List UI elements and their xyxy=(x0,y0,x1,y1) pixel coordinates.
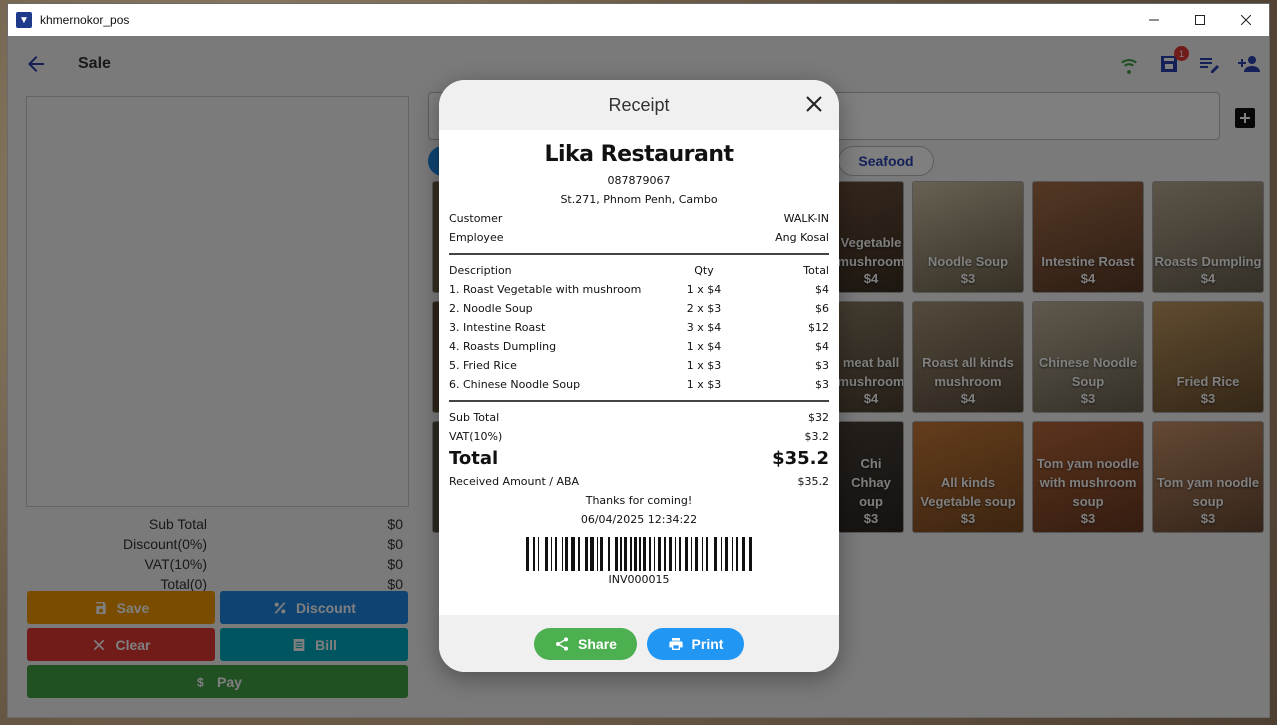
maximize-button[interactable] xyxy=(1177,4,1223,36)
subtotal-label: Sub Total xyxy=(449,411,500,424)
items-header-row: Description Qty Total xyxy=(449,261,829,280)
receipt-body: Lika Restaurant 087879067 St.271, Phnom … xyxy=(439,142,839,586)
app-logo-icon: ▼ xyxy=(16,12,32,28)
item-total: $3 xyxy=(815,359,829,372)
item-qty: 1 x $4 xyxy=(686,340,722,353)
item-desc: 3. Intestine Roast xyxy=(449,321,546,334)
receipt-item-row: 3. Intestine Roast 3 x $4 $12 xyxy=(449,318,829,337)
item-qty: 1 x $3 xyxy=(686,378,722,391)
minimize-icon xyxy=(1149,19,1159,21)
received-row: Received Amount / ABA $35.2 xyxy=(449,472,829,491)
item-total: $4 xyxy=(815,283,829,296)
item-desc: 2. Noodle Soup xyxy=(449,302,533,315)
vat-value: $3.2 xyxy=(804,430,830,443)
header-description: Description xyxy=(449,264,512,277)
item-desc: 5. Fried Rice xyxy=(449,359,517,372)
receipt-item-row: 5. Fried Rice 1 x $3 $3 xyxy=(449,356,829,375)
total-value: $35.2 xyxy=(772,448,829,469)
item-qty: 1 x $3 xyxy=(686,359,722,372)
vat-row: VAT(10%) $3.2 xyxy=(449,427,829,446)
subtotal-row: Sub Total $32 xyxy=(449,408,829,427)
employee-value: Ang Kosal xyxy=(775,231,829,244)
item-total: $3 xyxy=(815,378,829,391)
header-total: Total xyxy=(803,264,829,277)
share-button[interactable]: Share xyxy=(534,627,637,660)
maximize-icon xyxy=(1195,15,1205,25)
print-label: Print xyxy=(691,635,724,652)
dialog-footer: Share Print xyxy=(439,615,839,672)
receipt-item-row: 2. Noodle Soup 2 x $3 $6 xyxy=(449,299,829,318)
item-total: $12 xyxy=(808,321,829,334)
employee-label: Employee xyxy=(449,231,504,244)
item-qty: 1 x $4 xyxy=(686,283,722,296)
received-value: $35.2 xyxy=(797,475,830,488)
invoice-number: INV000015 xyxy=(608,573,670,586)
receipt-item-row: 1. Roast Vegetable with mushroom 1 x $4 … xyxy=(449,280,829,299)
item-total: $4 xyxy=(815,340,829,353)
customer-label: Customer xyxy=(449,212,503,225)
receipt-dialog: Receipt Lika Restaurant 087879067 St.271… xyxy=(439,80,839,672)
customer-value: WALK-IN xyxy=(783,212,829,225)
item-qty: 3 x $4 xyxy=(686,321,722,334)
receipt-items: Description Qty Total 1. Roast Vegetable… xyxy=(449,261,829,394)
share-label: Share xyxy=(578,635,617,652)
receipt-datetime: 06/04/2025 12:34:22 xyxy=(580,513,698,526)
header-qty: Qty xyxy=(694,264,714,277)
restaurant-address: St.271, Phnom Penh, Cambo xyxy=(560,193,718,206)
close-icon[interactable] xyxy=(805,95,823,113)
receipt-item-row: 4. Roasts Dumpling 1 x $4 $4 xyxy=(449,337,829,356)
received-label: Received Amount / ABA xyxy=(449,475,580,488)
dialog-title: Receipt xyxy=(608,94,670,115)
employee-row: Employee Ang Kosal xyxy=(449,228,829,247)
grand-total-row: Total $35.2 xyxy=(449,446,829,472)
vat-label: VAT(10%) xyxy=(449,430,503,443)
printer-icon xyxy=(668,637,683,650)
receipt-item-row: 6. Chinese Noodle Soup 1 x $3 $3 xyxy=(449,375,829,394)
item-total: $6 xyxy=(815,302,829,315)
item-desc: 4. Roasts Dumpling xyxy=(449,340,557,353)
close-icon xyxy=(1241,15,1251,25)
restaurant-phone: 087879067 xyxy=(607,174,671,187)
restaurant-name: Lika Restaurant xyxy=(544,142,734,167)
app-window: ▼ khmernokor_pos Sale 1 xyxy=(7,3,1270,718)
title-bar: ▼ khmernokor_pos xyxy=(8,4,1269,36)
thanks-message: Thanks for coming! xyxy=(585,494,693,507)
divider xyxy=(449,253,829,255)
subtotal-value: $32 xyxy=(808,411,829,424)
minimize-button[interactable] xyxy=(1131,4,1177,36)
share-icon xyxy=(556,636,569,651)
window-title: khmernokor_pos xyxy=(40,13,130,27)
total-label: Total xyxy=(449,448,499,469)
close-window-button[interactable] xyxy=(1223,4,1269,36)
item-qty: 2 x $3 xyxy=(686,302,722,315)
divider xyxy=(449,400,829,402)
customer-row: Customer WALK-IN xyxy=(449,209,829,228)
dialog-header: Receipt xyxy=(439,80,839,130)
item-desc: 1. Roast Vegetable with mushroom xyxy=(449,283,642,296)
item-desc: 6. Chinese Noodle Soup xyxy=(449,378,581,391)
print-button[interactable]: Print xyxy=(647,627,744,660)
barcode-icon xyxy=(526,537,752,571)
